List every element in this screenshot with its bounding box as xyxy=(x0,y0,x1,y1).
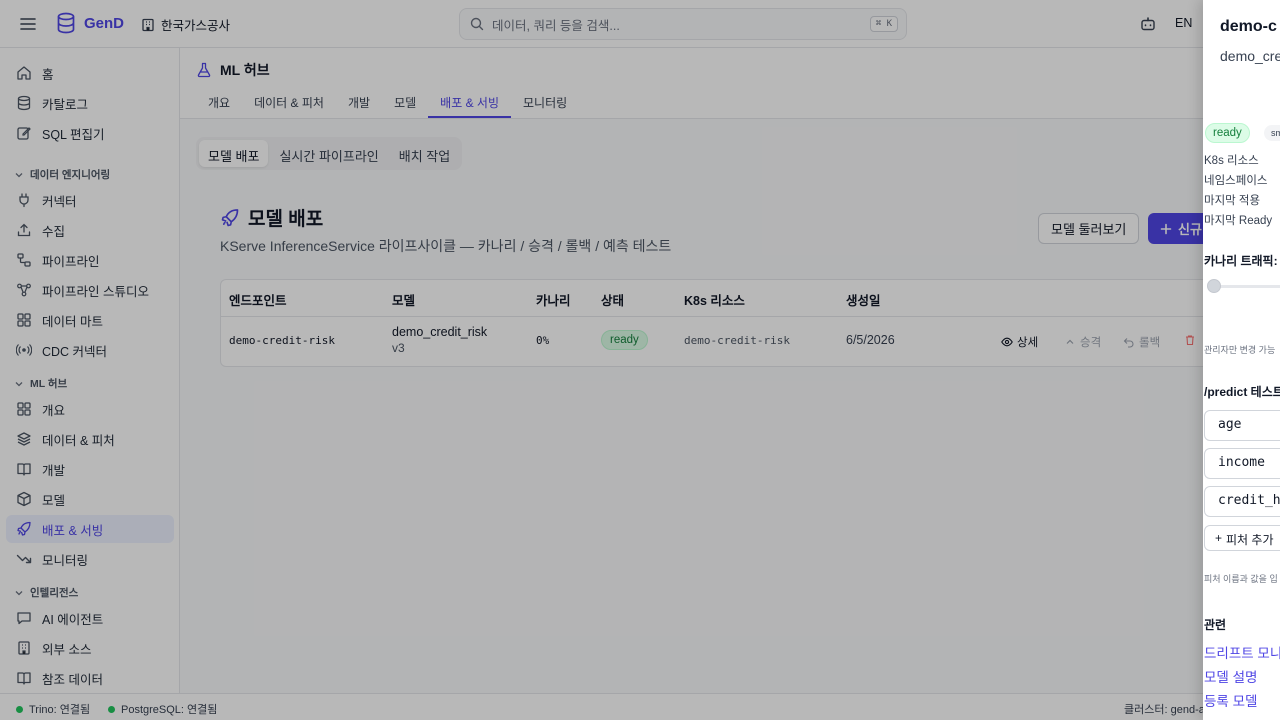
link-drift-monitor[interactable]: 드리프트 모니 xyxy=(1204,642,1280,662)
drawer-field-last-ready: 마지막 Ready xyxy=(1204,215,1273,227)
feature-hint: 피처 이름과 값을 입 xyxy=(1204,574,1278,584)
canary-slider-track[interactable] xyxy=(1211,285,1280,288)
feature-input-age[interactable]: age xyxy=(1204,410,1280,441)
related-label: 관련 xyxy=(1204,618,1227,632)
admin-only-note: 관리자만 변경 가능 xyxy=(1204,345,1276,355)
drawer-field-k8s: K8s 리소스 xyxy=(1204,155,1259,167)
link-registered-model[interactable]: 등록 모델 xyxy=(1204,690,1257,710)
drawer-secondary-badge: sm xyxy=(1264,125,1280,141)
drawer-field-namespace: 네임스페이스 xyxy=(1204,175,1268,187)
drawer-status-badge: ready xyxy=(1205,123,1250,143)
link-model-explain[interactable]: 모델 설명 xyxy=(1204,666,1257,686)
drawer-subtitle: demo_cre xyxy=(1220,48,1280,64)
modal-backdrop[interactable] xyxy=(0,0,1203,720)
drawer-field-last-applied: 마지막 적용 xyxy=(1204,195,1261,207)
feature-input-income[interactable]: income xyxy=(1204,448,1280,479)
plus-icon: + xyxy=(1215,531,1223,545)
add-feature-label: 피처 추가 xyxy=(1226,533,1274,547)
canary-slider-thumb[interactable] xyxy=(1207,279,1221,293)
feature-input-credit-history[interactable]: credit_h xyxy=(1204,486,1280,517)
predict-test-label: /predict 테스트 xyxy=(1204,385,1280,399)
endpoint-detail-drawer: demo-c demo_cre ready sm K8s 리소스 네임스페이스 … xyxy=(1203,0,1280,720)
add-feature-button[interactable]: + 피처 추가 xyxy=(1204,525,1280,551)
canary-traffic-label: 카나리 트래픽: 0 xyxy=(1204,254,1280,268)
drawer-title: demo-c xyxy=(1220,18,1277,35)
